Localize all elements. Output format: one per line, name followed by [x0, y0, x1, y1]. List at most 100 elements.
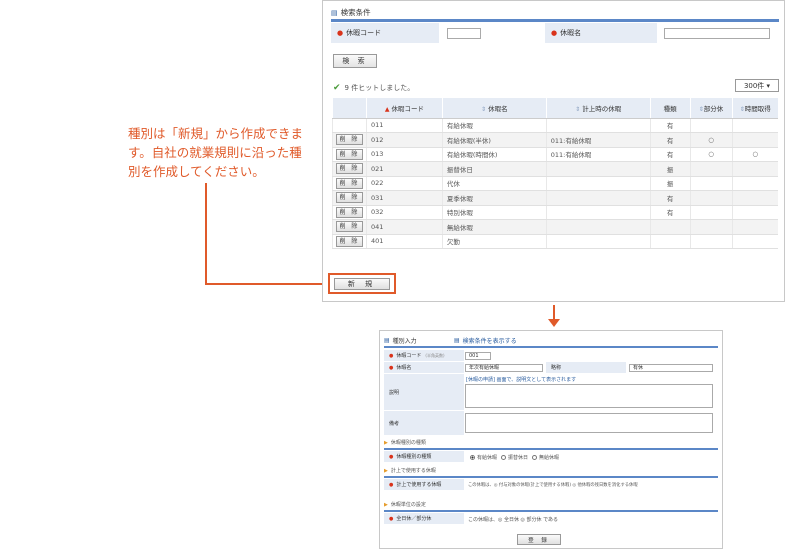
row-kind: 振 [649, 176, 691, 191]
new-button[interactable]: 新 規 [334, 278, 390, 290]
delete-button[interactable]: 削 除 [335, 235, 363, 247]
row-partial [689, 190, 732, 206]
page-size-select[interactable]: 300件 ▾ [735, 79, 779, 92]
th-name[interactable]: ⇕ 休暇名 [441, 98, 547, 119]
required-icon: ● [551, 29, 558, 37]
delete-button[interactable]: 削 除 [335, 221, 363, 233]
delete-button[interactable]: 削 除 [335, 177, 363, 189]
name-input[interactable] [664, 28, 770, 39]
row-code: 032 [365, 205, 443, 220]
search-title: ▤ 検索条件 [331, 8, 371, 17]
row-code: 031 [365, 190, 443, 206]
row-code: 013 [365, 147, 443, 162]
required-icon: ● [389, 352, 394, 359]
row-kind [649, 234, 691, 249]
table-row: 削 除 032 特別休暇 有 [332, 205, 778, 220]
row-kind: 振 [649, 161, 691, 177]
triangle-right-icon: ▶ [384, 439, 388, 446]
memo-textarea[interactable] [465, 413, 713, 433]
section-count: ▶ 計上で使用する休暇 [384, 467, 436, 475]
table-row: 削 除 022 代休 振 [332, 176, 778, 191]
row-counted [545, 219, 651, 235]
row-partial [689, 234, 732, 249]
table-row: 削 除 013 有給休暇(時間休) 011:有給休暇有 ○ ○ [332, 147, 778, 162]
show-search-link[interactable]: ▤ 検索条件を表示する [454, 336, 517, 345]
type-label: ● 休暇種別の種類 [384, 451, 464, 462]
search-button[interactable]: 検 索 [333, 54, 377, 68]
row-action: 削 除 [332, 176, 367, 191]
row-kind: 有 [649, 190, 691, 206]
row-name: 有給休暇 [441, 118, 547, 133]
row-counted: 011:有給休暇 [545, 147, 651, 162]
delete-button[interactable]: 削 除 [335, 192, 363, 204]
name-label: ● 休暇名 [545, 23, 657, 43]
row-hourly [731, 161, 778, 177]
row-partial [689, 205, 732, 220]
list-icon: ▤ [384, 337, 390, 344]
row-action: 削 除 [332, 161, 367, 177]
row-action: 削 除 [332, 219, 367, 235]
section-bar [384, 448, 718, 450]
row-hourly: ○ [731, 147, 778, 162]
section-unit: ▶ 休暇単位の設定 [384, 501, 426, 509]
row-name: 特別休暇 [441, 205, 547, 220]
code-field[interactable]: 001 [465, 352, 491, 360]
memo-label: 備考 [384, 411, 464, 435]
required-icon: ● [389, 364, 394, 371]
results-table: ▲ 休暇コード ⇕ 休暇名 ⇕ 計上時の休暇 種類 ⇕部分休 ⇕時間取得 011… [332, 98, 778, 249]
table-row: 削 除 401 欠勤 [332, 234, 778, 249]
row-partial [689, 176, 732, 191]
delete-button[interactable]: 削 除 [335, 148, 363, 160]
row-counted: 011:有給休暇 [545, 132, 651, 148]
th-counted[interactable]: ⇕ 計上時の休暇 [545, 98, 651, 119]
row-counted [545, 161, 651, 177]
radio-substitute[interactable] [501, 454, 507, 460]
th-kind: 種類 [649, 98, 691, 119]
count-options[interactable]: この休暇は、◎ 付与対象の休暇(計上で使用する休暇) ◎ 他休暇の残日数を消化す… [468, 480, 638, 490]
row-partial [689, 161, 732, 177]
row-action: 削 除 [332, 205, 367, 220]
row-name: 代休 [441, 176, 547, 191]
radio-unpaid[interactable] [532, 454, 538, 460]
delete-button[interactable]: 削 除 [335, 206, 363, 218]
row-counted [545, 234, 651, 249]
type-input-panel: ▤ 種別入力 ▤ 検索条件を表示する ● 休暇コード (半角英数) 001 ● 休暇… [379, 330, 723, 549]
name-field[interactable]: 年次有給休暇 [465, 364, 543, 372]
delete-button[interactable]: 削 除 [335, 134, 363, 146]
table-row: 削 除 021 振替休日 振 [332, 161, 778, 177]
code-input[interactable] [447, 28, 481, 39]
radio-paid[interactable] [470, 454, 475, 460]
register-button[interactable]: 登 録 [517, 534, 561, 545]
search-header-bar [331, 19, 779, 22]
th-hourly[interactable]: ⇕時間取得 [731, 98, 778, 119]
row-code: 011 [365, 118, 443, 133]
short-field[interactable]: 有休 [629, 364, 713, 372]
row-hourly [731, 176, 778, 191]
sort-icon: ⇕ [575, 105, 581, 113]
desc-label: 説明 [384, 374, 464, 410]
sort-icon: ⇕ [481, 105, 487, 113]
row-kind: 有 [649, 118, 691, 133]
row-code: 401 [365, 234, 443, 249]
required-icon: ● [337, 29, 344, 37]
th-partial[interactable]: ⇕部分休 [689, 98, 732, 119]
table-row: 011 有給休暇 有 [332, 118, 778, 133]
row-kind [649, 219, 691, 235]
search-panel: ▤ 検索条件 ● 休暇コード ● 休暇名 検 索 ✔ 9 件ヒットしました。 300… [322, 0, 785, 302]
table-row: 削 除 012 有給休暇(半休) 011:有給休暇有 ○ [332, 132, 778, 148]
unit-options[interactable]: この休暇は、◎ 全日休 ◎ 部分休 である [468, 514, 558, 524]
table-row: 削 除 031 夏季休暇 有 [332, 190, 778, 206]
row-kind: 有 [649, 147, 691, 162]
list-icon: ▤ [454, 337, 460, 344]
hit-count: ✔ 9 件ヒットしました。 [333, 83, 415, 93]
desc-textarea[interactable] [465, 384, 713, 408]
table-row: 削 除 041 無給休暇 [332, 219, 778, 235]
row-partial: ○ [689, 147, 732, 162]
row-action: 削 除 [332, 190, 367, 206]
annotation-connector-horizontal [205, 283, 328, 285]
type-radio-group: 有給休暇 振替休日 無給休暇 [466, 452, 559, 462]
arrow-down-icon [548, 319, 560, 327]
delete-button[interactable]: 削 除 [335, 163, 363, 175]
th-code[interactable]: ▲ 休暇コード [365, 98, 443, 119]
row-partial: ○ [689, 132, 732, 148]
